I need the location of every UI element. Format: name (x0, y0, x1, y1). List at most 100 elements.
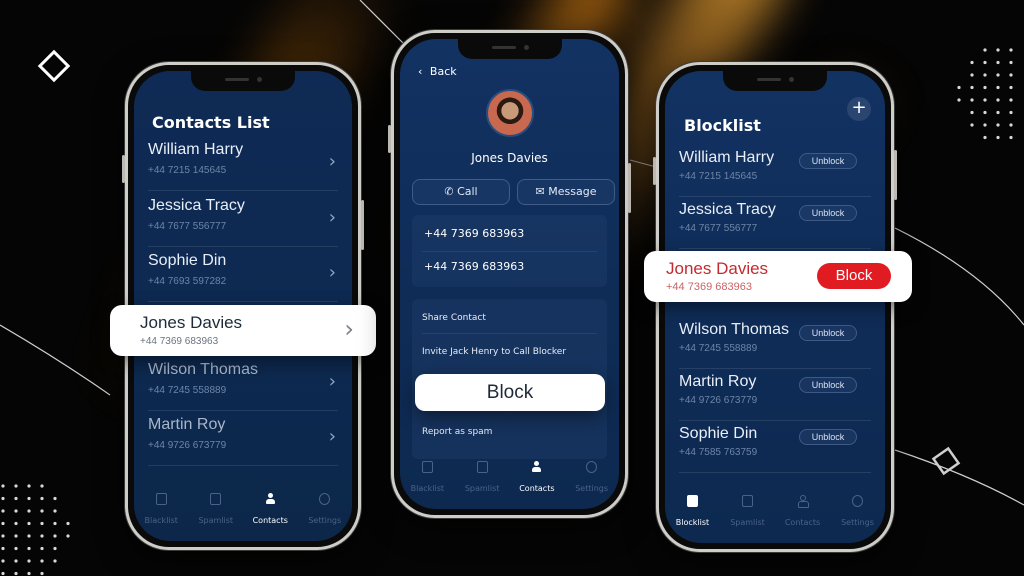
dot (14, 571, 18, 576)
spamlist-icon (476, 461, 488, 473)
tab-blocklist[interactable]: Blocklist (665, 495, 720, 533)
contact-row[interactable]: Jessica Tracy +44 7677 556777 › (148, 191, 338, 247)
chevron-right-icon: › (344, 315, 354, 343)
highlighted-blocked-row: Jones Davies +44 7369 683963 Block (644, 251, 912, 302)
dot (53, 521, 57, 526)
dot-grid (957, 48, 1013, 140)
contact-name: Sophie Din (679, 425, 758, 442)
contacts-icon (265, 493, 276, 505)
contact-name: Jones Davies (471, 151, 548, 165)
notch (457, 39, 562, 59)
unblock-button[interactable]: Unblock (799, 325, 857, 341)
dot (983, 60, 987, 65)
block-button[interactable]: Block (817, 263, 891, 289)
dot (14, 496, 18, 501)
curve-line (359, 0, 406, 46)
contact-name: Jones Davies (140, 313, 243, 332)
tab-label: Settings (308, 516, 342, 525)
contact-name: Sophie Din (148, 252, 227, 269)
dot (996, 85, 1000, 90)
tab-blacklist[interactable]: Blacklist (134, 493, 189, 531)
share-contact[interactable]: Share Contact (422, 313, 486, 323)
tab-blacklist[interactable]: Blacklist (400, 461, 455, 499)
phone-number[interactable]: +44 7369 683963 (424, 260, 524, 273)
diamond-outline (37, 49, 71, 83)
dot (14, 559, 18, 563)
invite-contact[interactable]: Invite Jack Henry to Call Blocker (422, 347, 566, 357)
dot (27, 509, 31, 513)
highlighted-contact-row[interactable]: Jones Davies +44 7369 683963 › (110, 305, 376, 356)
contact-row[interactable]: Sophie Din +44 7693 597282 › (148, 246, 338, 302)
plus-icon: + (851, 97, 867, 118)
tab-contacts[interactable]: Contacts (510, 461, 565, 499)
spamlist-icon (742, 495, 753, 507)
tab-settings[interactable]: Settings (564, 461, 619, 499)
message-button[interactable]: ✉ Message (517, 179, 615, 205)
tab-settings[interactable]: Settings (830, 495, 885, 533)
curve-line (0, 324, 111, 396)
dot (14, 521, 18, 526)
contact-phone: +44 7215 145645 (679, 171, 758, 182)
tab-bar: Blacklist Spamlist Contacts Settings (134, 493, 352, 531)
contact-row[interactable]: Martin Roy +44 9726 673779 › (148, 410, 338, 466)
contact-phone: +44 7369 683963 (666, 281, 752, 293)
dot (66, 534, 70, 538)
dot (957, 85, 961, 90)
tab-label: Spamlist (198, 516, 234, 525)
dot (53, 546, 57, 551)
tab-label: Blocklist (675, 518, 710, 527)
contact-row[interactable]: William Harry +44 7215 145645 › (148, 135, 338, 191)
dot (996, 135, 1000, 140)
back-button[interactable]: ‹ Back (418, 65, 457, 78)
contact-name: Jessica Tracy (679, 201, 776, 218)
dot (53, 559, 57, 563)
block-button[interactable]: Block (415, 374, 605, 411)
contact-row[interactable]: Wilson Thomas +44 7245 558889 › (148, 355, 338, 411)
dot (1, 521, 5, 526)
dot (1009, 135, 1013, 140)
page-title: Blocklist (684, 116, 761, 135)
tab-spamlist[interactable]: Spamlist (720, 495, 775, 533)
curve-line (894, 449, 1024, 506)
report-spam[interactable]: Report as spam (422, 427, 492, 437)
unblock-button[interactable]: Unblock (799, 205, 857, 221)
unblock-button[interactable]: Unblock (799, 429, 857, 445)
unblock-button[interactable]: Unblock (799, 153, 857, 169)
tab-label: Spamlist (464, 484, 500, 493)
notch (191, 71, 295, 91)
tab-label: Blacklist (144, 516, 178, 525)
dot (1, 496, 5, 501)
dot (957, 98, 961, 102)
tab-spamlist[interactable]: Spamlist (455, 461, 510, 499)
dot (1009, 98, 1013, 102)
add-button[interactable]: + (847, 97, 871, 121)
tab-bar: Blocklist Spamlist Contacts Settings (665, 495, 885, 533)
unblock-button[interactable]: Unblock (799, 377, 857, 393)
dot (27, 496, 31, 501)
dot (1009, 73, 1013, 77)
tab-contacts[interactable]: Contacts (775, 495, 830, 533)
settings-icon (586, 461, 598, 473)
contact-phone: +44 7585 763759 (679, 447, 758, 458)
dot (27, 484, 31, 488)
contacts-icon (531, 461, 542, 473)
dot (40, 521, 44, 526)
tab-settings[interactable]: Settings (298, 493, 353, 531)
tab-contacts[interactable]: Contacts (243, 493, 298, 531)
tab-spamlist[interactable]: Spamlist (189, 493, 244, 531)
settings-icon (319, 493, 331, 505)
dot (14, 534, 18, 538)
contact-phone: +44 7693 597282 (148, 276, 227, 287)
blacklist-icon (421, 461, 433, 473)
curve-line (894, 227, 1024, 326)
call-label: Call (457, 185, 478, 198)
phone-numbers-card: +44 7369 683963 +44 7369 683963 (412, 215, 607, 287)
dot (983, 98, 987, 102)
dot (996, 123, 1000, 127)
blacklist-icon (155, 493, 167, 505)
contact-phone: +44 7677 556777 (679, 223, 758, 234)
call-button[interactable]: ✆ Call (412, 179, 510, 205)
dot (970, 73, 974, 77)
phone-number[interactable]: +44 7369 683963 (424, 227, 524, 240)
dot (996, 48, 1000, 52)
